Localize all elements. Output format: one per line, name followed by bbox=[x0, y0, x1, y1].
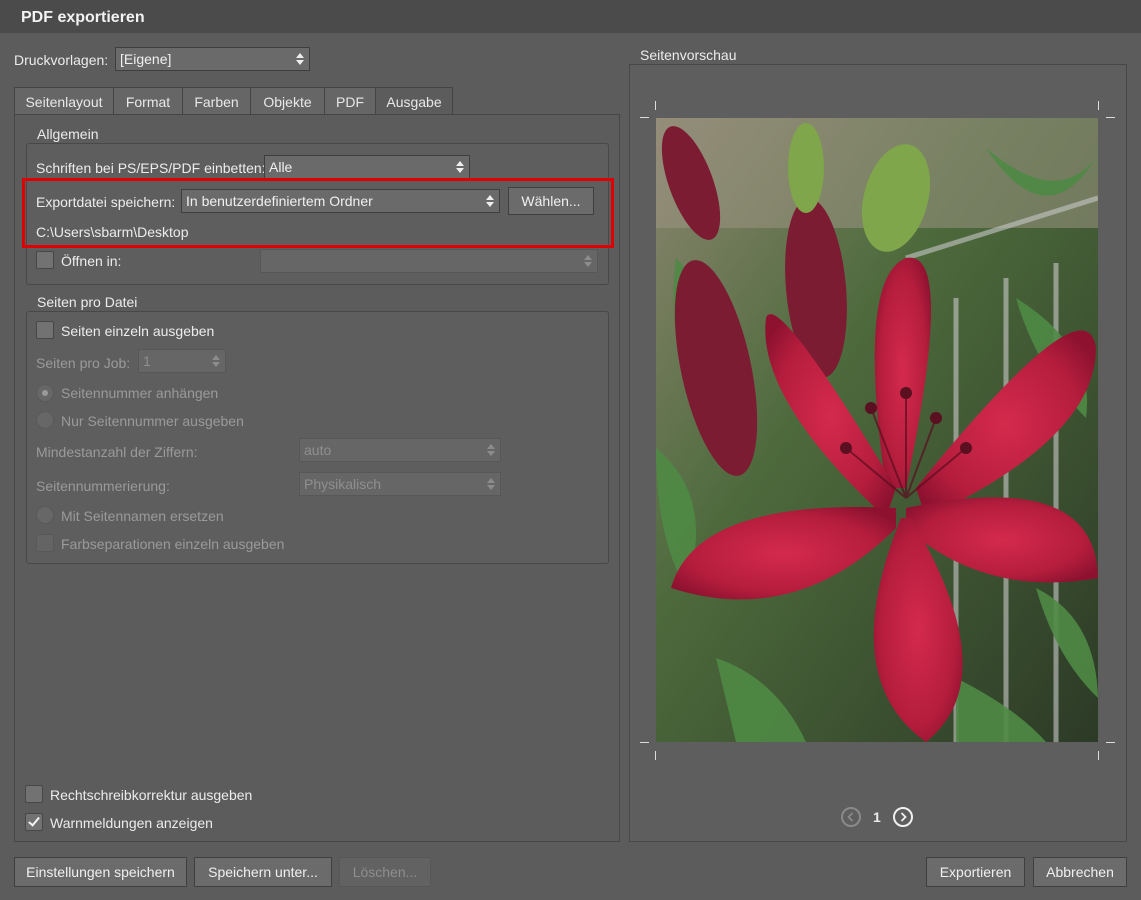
radio-dot-icon bbox=[42, 390, 48, 396]
open-in-label: Öffnen in: bbox=[61, 253, 122, 269]
select-arrows-icon bbox=[456, 160, 464, 174]
numbering-select[interactable]: Physikalisch bbox=[299, 472, 501, 496]
crop-mark bbox=[1106, 742, 1115, 743]
replace-names-label: Mit Seitennamen ersetzen bbox=[61, 508, 224, 524]
save-as-button[interactable]: Speichern unter... bbox=[194, 857, 332, 887]
numbering-value: Physikalisch bbox=[304, 476, 382, 492]
append-page-number-radio[interactable] bbox=[36, 384, 54, 402]
replace-names-radio[interactable] bbox=[36, 506, 54, 524]
presets-label: Druckvorlagen: bbox=[14, 52, 109, 68]
crop-mark bbox=[640, 742, 649, 743]
preview-photo bbox=[656, 118, 1098, 742]
export-button[interactable]: Exportieren bbox=[926, 857, 1025, 887]
highlight-box bbox=[22, 178, 614, 248]
single-pages-checkbox[interactable] bbox=[36, 321, 54, 339]
preview-title: Seitenvorschau bbox=[640, 47, 737, 63]
crop-mark bbox=[1106, 117, 1115, 118]
open-in-select[interactable] bbox=[260, 249, 598, 273]
tab-seitenlayout[interactable]: Seitenlayout bbox=[14, 87, 114, 115]
pages-per-job-value: 1 bbox=[143, 353, 151, 369]
stepper-arrows-icon bbox=[212, 354, 220, 368]
presets-select[interactable]: [Eigene] bbox=[115, 47, 310, 71]
chevron-left-icon bbox=[847, 812, 854, 822]
prev-page-button[interactable] bbox=[841, 807, 861, 827]
crop-mark bbox=[655, 101, 656, 110]
next-page-button[interactable] bbox=[893, 807, 913, 827]
page-number: 1 bbox=[873, 809, 881, 825]
only-page-number-label: Nur Seitennummer ausgeben bbox=[61, 413, 244, 429]
general-group-title: Allgemein bbox=[37, 126, 99, 142]
only-page-number-radio[interactable] bbox=[36, 411, 54, 429]
checkmark-icon bbox=[28, 814, 40, 827]
embed-fonts-label: Schriften bei PS/EPS/PDF einbetten: bbox=[36, 160, 266, 176]
stepper-arrows-icon bbox=[487, 443, 495, 457]
separations-label: Farbseparationen einzeln ausgeben bbox=[61, 536, 285, 552]
pages-group-title: Seiten pro Datei bbox=[37, 294, 138, 310]
embed-fonts-select[interactable]: Alle bbox=[264, 155, 470, 179]
window-title: PDF exportieren bbox=[0, 0, 1141, 33]
warnings-label: Warnmeldungen anzeigen bbox=[50, 815, 213, 831]
min-digits-value: auto bbox=[304, 442, 332, 458]
min-digits-label: Mindestanzahl der Ziffern: bbox=[36, 444, 198, 460]
select-arrows-icon bbox=[296, 52, 304, 66]
crop-mark bbox=[1098, 101, 1099, 110]
tab-farben[interactable]: Farben bbox=[182, 87, 251, 115]
cancel-button[interactable]: Abbrechen bbox=[1033, 857, 1127, 887]
tab-pdf[interactable]: PDF bbox=[324, 87, 376, 115]
numbering-label: Seitennummerierung: bbox=[36, 478, 170, 494]
spellcheck-checkbox[interactable] bbox=[25, 785, 43, 803]
tab-format[interactable]: Format bbox=[113, 87, 183, 115]
chevron-right-icon bbox=[900, 812, 907, 822]
lily-photo-image bbox=[656, 118, 1098, 742]
save-settings-button[interactable]: Einstellungen speichern bbox=[14, 857, 187, 887]
delete-button[interactable]: Löschen... bbox=[339, 857, 431, 887]
crop-mark bbox=[1098, 751, 1099, 760]
append-page-number-label: Seitennummer anhängen bbox=[61, 385, 219, 401]
crop-mark bbox=[655, 751, 656, 760]
embed-fonts-value: Alle bbox=[269, 159, 293, 175]
single-pages-label: Seiten einzeln ausgeben bbox=[61, 323, 215, 339]
crop-mark bbox=[640, 117, 649, 118]
tab-ausgabe[interactable]: Ausgabe bbox=[375, 87, 453, 116]
min-digits-stepper[interactable]: auto bbox=[299, 438, 501, 462]
pages-per-job-label: Seiten pro Job: bbox=[36, 355, 131, 371]
presets-value: [Eigene] bbox=[120, 51, 172, 67]
select-arrows-icon bbox=[584, 254, 592, 268]
warnings-checkbox[interactable] bbox=[25, 813, 43, 831]
spellcheck-label: Rechtschreibkorrektur ausgeben bbox=[50, 787, 253, 803]
tab-objekte[interactable]: Objekte bbox=[250, 87, 325, 115]
separations-checkbox[interactable] bbox=[36, 534, 54, 552]
select-arrows-icon bbox=[487, 477, 495, 491]
open-in-checkbox[interactable] bbox=[36, 251, 54, 269]
pages-per-job-stepper[interactable]: 1 bbox=[138, 349, 226, 373]
